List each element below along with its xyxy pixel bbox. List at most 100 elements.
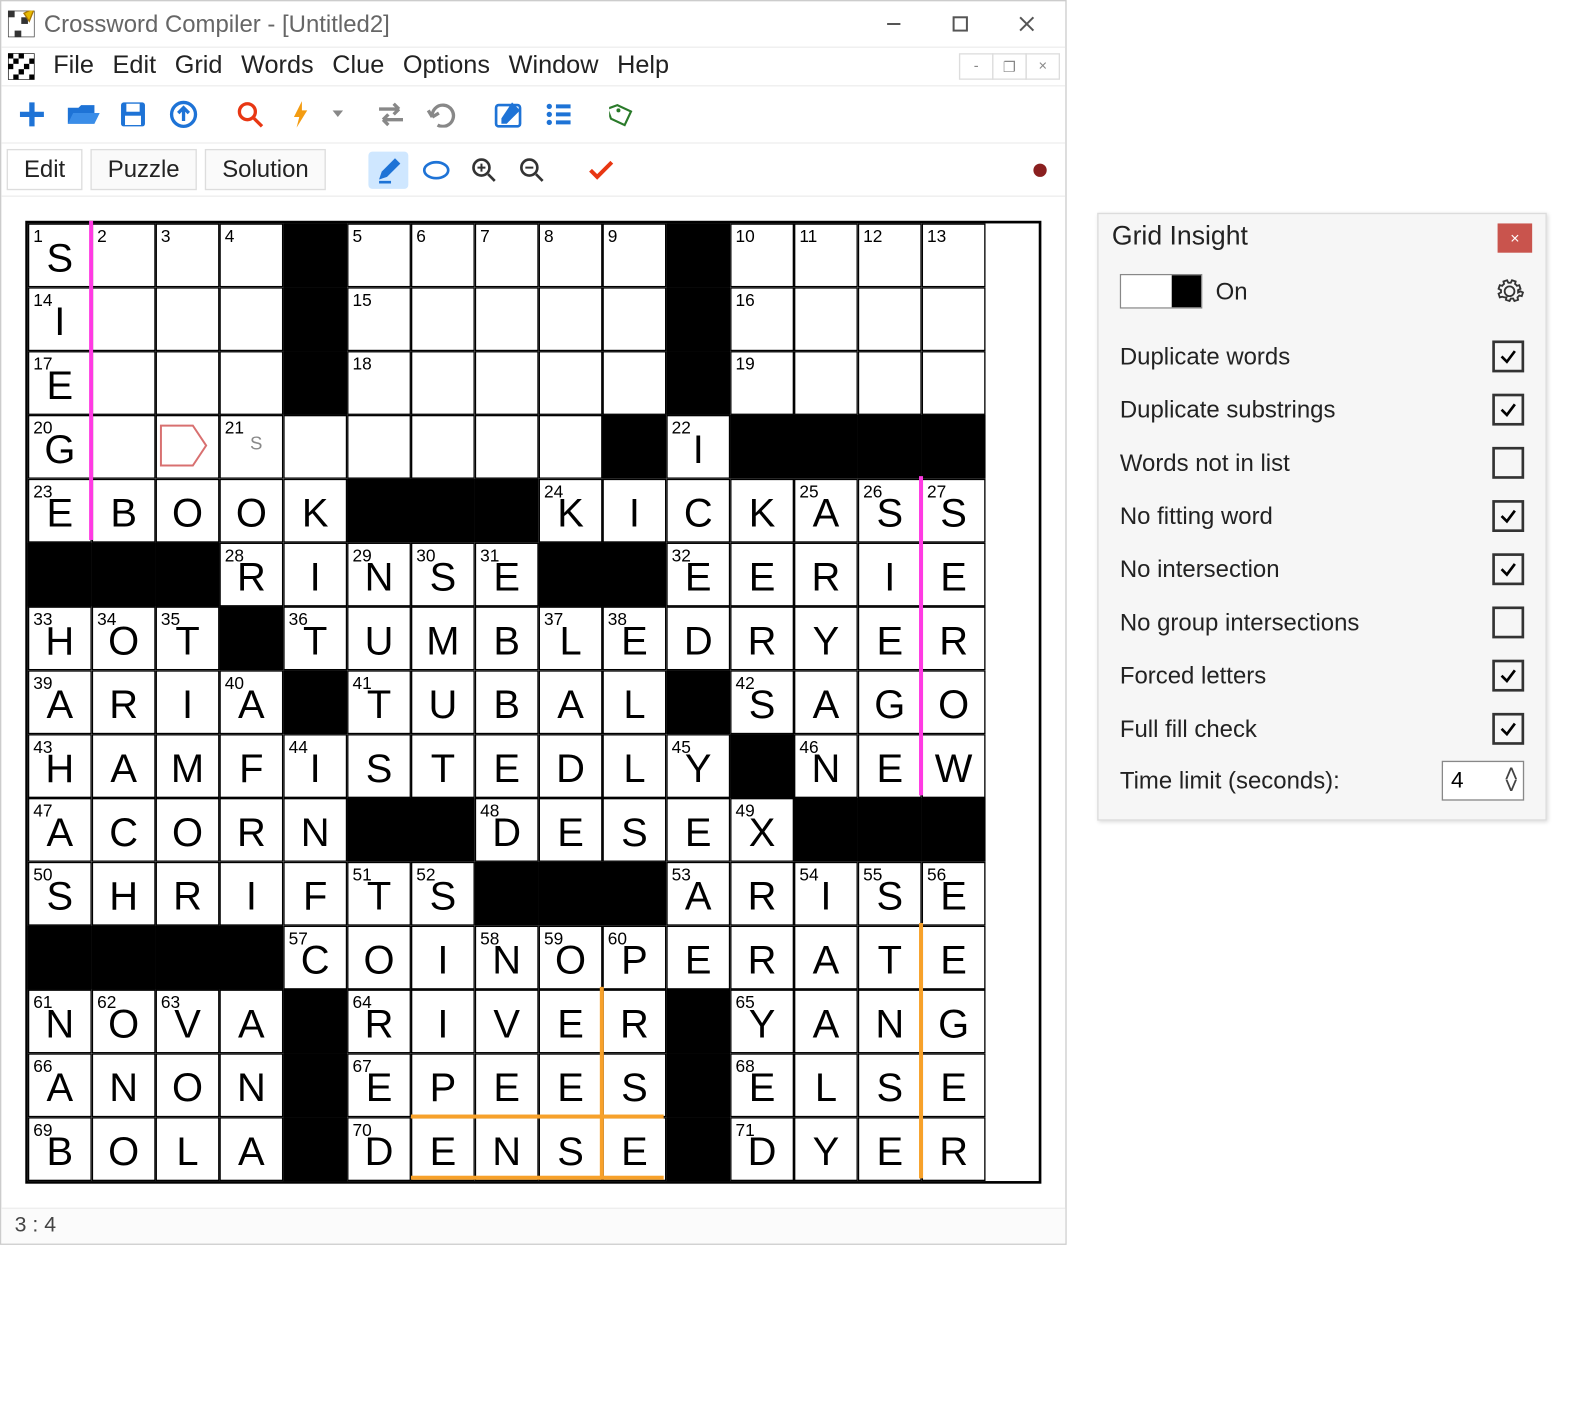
white-cell[interactable]: O xyxy=(922,670,986,734)
white-cell[interactable]: E xyxy=(858,1117,922,1181)
white-cell[interactable]: E xyxy=(539,1053,603,1117)
white-cell[interactable]: H xyxy=(92,862,156,926)
white-cell[interactable]: 51T xyxy=(347,862,411,926)
black-cell[interactable] xyxy=(666,223,730,287)
white-cell[interactable]: 35T xyxy=(156,606,220,670)
white-cell[interactable]: A xyxy=(794,670,858,734)
white-cell[interactable]: E xyxy=(666,926,730,990)
white-cell[interactable]: R xyxy=(730,606,794,670)
white-cell[interactable]: 56E xyxy=(922,862,986,926)
white-cell[interactable]: R xyxy=(922,1117,986,1181)
menu-window[interactable]: Window xyxy=(499,49,607,82)
black-cell[interactable] xyxy=(283,1117,347,1181)
white-cell[interactable]: R xyxy=(602,990,666,1054)
white-cell[interactable]: 67E xyxy=(347,1053,411,1117)
crossword-grid[interactable]: 1S234567891011121314I151617E181920G21S22… xyxy=(25,221,1041,1184)
option-no-fitting-word[interactable]: No fitting word xyxy=(1120,489,1524,542)
autofill-dropdown[interactable] xyxy=(329,94,348,134)
white-cell[interactable]: A xyxy=(794,990,858,1054)
check-tool[interactable] xyxy=(581,151,621,188)
white-cell[interactable]: Y xyxy=(794,1117,858,1181)
black-cell[interactable] xyxy=(666,1117,730,1181)
white-cell[interactable]: Y xyxy=(794,606,858,670)
option-duplicate-substrings[interactable]: Duplicate substrings xyxy=(1120,383,1524,436)
white-cell[interactable] xyxy=(794,287,858,351)
white-cell[interactable]: 5 xyxy=(347,223,411,287)
white-cell[interactable] xyxy=(156,287,220,351)
white-cell[interactable]: O xyxy=(156,479,220,543)
white-cell[interactable]: 3 xyxy=(156,223,220,287)
white-cell[interactable]: D xyxy=(666,606,730,670)
white-cell[interactable]: R xyxy=(219,798,283,862)
white-cell[interactable]: 38E xyxy=(602,606,666,670)
white-cell[interactable]: 46N xyxy=(794,734,858,798)
edit-clue-button[interactable] xyxy=(485,94,530,134)
white-cell[interactable]: 18 xyxy=(347,351,411,415)
white-cell[interactable] xyxy=(156,351,220,415)
white-cell[interactable]: R xyxy=(922,606,986,670)
white-cell[interactable]: E xyxy=(539,798,603,862)
white-cell[interactable]: 37L xyxy=(539,606,603,670)
white-cell[interactable]: G xyxy=(858,670,922,734)
white-cell[interactable]: N xyxy=(283,798,347,862)
black-cell[interactable] xyxy=(156,926,220,990)
black-cell[interactable] xyxy=(219,606,283,670)
option-no-intersection[interactable]: No intersection xyxy=(1120,543,1524,596)
minimize-button[interactable] xyxy=(861,9,928,38)
white-cell[interactable]: T xyxy=(411,734,475,798)
white-cell[interactable] xyxy=(475,351,539,415)
black-cell[interactable] xyxy=(922,415,986,479)
white-cell[interactable] xyxy=(219,287,283,351)
save-button[interactable] xyxy=(110,94,155,134)
white-cell[interactable] xyxy=(794,351,858,415)
open-button[interactable] xyxy=(60,94,105,134)
option-forced-letters[interactable]: Forced letters xyxy=(1120,649,1524,702)
black-cell[interactable] xyxy=(858,415,922,479)
white-cell[interactable]: 43H xyxy=(28,734,92,798)
pencil-tool[interactable] xyxy=(369,151,409,188)
checkbox[interactable] xyxy=(1492,606,1524,638)
time-limit-input[interactable] xyxy=(1443,766,1504,795)
white-cell[interactable]: R xyxy=(794,543,858,607)
white-cell[interactable] xyxy=(922,351,986,415)
black-cell[interactable] xyxy=(602,415,666,479)
black-cell[interactable] xyxy=(283,287,347,351)
checkbox[interactable] xyxy=(1492,713,1524,745)
white-cell[interactable]: S xyxy=(539,1117,603,1181)
white-cell[interactable]: N xyxy=(858,990,922,1054)
panel-close-button[interactable]: × xyxy=(1498,223,1533,252)
white-cell[interactable]: S xyxy=(602,1053,666,1117)
white-cell[interactable]: 59O xyxy=(539,926,603,990)
white-cell[interactable]: 64R xyxy=(347,990,411,1054)
white-cell[interactable]: C xyxy=(666,479,730,543)
black-cell[interactable] xyxy=(922,798,986,862)
white-cell[interactable] xyxy=(283,415,347,479)
white-cell[interactable]: 11 xyxy=(794,223,858,287)
time-limit-spinner[interactable]: ˄˅ xyxy=(1442,761,1524,801)
black-cell[interactable] xyxy=(28,543,92,607)
white-cell[interactable]: 23E xyxy=(28,479,92,543)
black-cell[interactable] xyxy=(666,670,730,734)
white-cell[interactable]: I xyxy=(283,543,347,607)
white-cell[interactable]: A xyxy=(794,926,858,990)
zoom-out-tool[interactable] xyxy=(512,151,552,188)
white-cell[interactable]: 32E xyxy=(666,543,730,607)
menu-grid[interactable]: Grid xyxy=(165,49,231,82)
white-cell[interactable]: 54I xyxy=(794,862,858,926)
white-cell[interactable] xyxy=(475,287,539,351)
white-cell[interactable]: F xyxy=(219,734,283,798)
white-cell[interactable]: 57C xyxy=(283,926,347,990)
gear-icon[interactable] xyxy=(1495,277,1524,306)
white-cell[interactable]: 53A xyxy=(666,862,730,926)
menu-words[interactable]: Words xyxy=(232,49,323,82)
white-cell[interactable]: E xyxy=(411,1117,475,1181)
white-cell[interactable] xyxy=(92,287,156,351)
white-cell[interactable]: 1S xyxy=(28,223,92,287)
black-cell[interactable] xyxy=(602,543,666,607)
white-cell[interactable]: 40A xyxy=(219,670,283,734)
option-no-group-intersections[interactable]: No group intersections xyxy=(1120,596,1524,649)
white-cell[interactable]: E xyxy=(539,990,603,1054)
white-cell[interactable]: 27S xyxy=(922,479,986,543)
maximize-button[interactable] xyxy=(927,9,994,38)
white-cell[interactable]: I xyxy=(411,926,475,990)
